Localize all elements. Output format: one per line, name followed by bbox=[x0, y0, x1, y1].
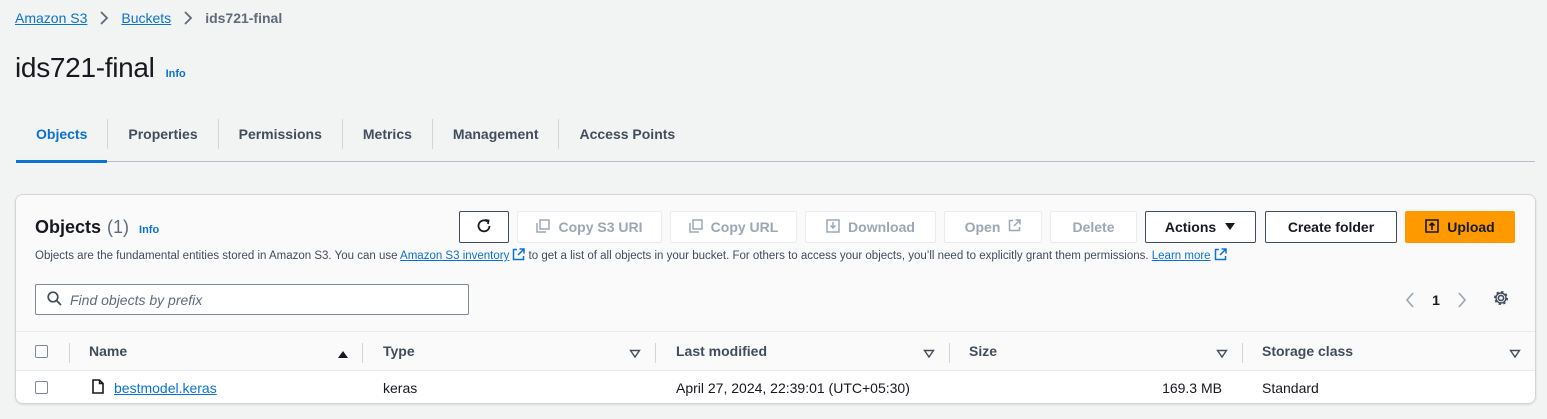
column-divider bbox=[69, 343, 70, 363]
description-text-mid: to get a list of all objects in your buc… bbox=[525, 250, 1152, 262]
objects-table: Name Type Last modified Size Storage cla… bbox=[16, 331, 1535, 403]
header-info-link[interactable]: Info bbox=[166, 68, 186, 80]
objects-header: Objects (1) Info Objects are the fundame… bbox=[16, 195, 1535, 331]
storage-class-cell: Standard bbox=[1262, 379, 1319, 396]
column-divider bbox=[655, 343, 656, 363]
sort-icon[interactable] bbox=[629, 346, 641, 362]
external-link-icon bbox=[512, 248, 526, 264]
copy-url-button[interactable]: Copy URL bbox=[670, 211, 797, 243]
create-folder-button[interactable]: Create folder bbox=[1265, 211, 1397, 243]
tab-objects[interactable]: Objects bbox=[16, 116, 108, 163]
description-text: Objects are the fundamental entities sto… bbox=[35, 250, 401, 262]
search-box bbox=[35, 284, 469, 315]
create-folder-label: Create folder bbox=[1287, 219, 1375, 235]
column-header-type[interactable]: Type bbox=[383, 332, 415, 370]
last-modified-cell: April 27, 2024, 22:39:01 (UTC+05:30) bbox=[676, 379, 910, 396]
external-link-icon bbox=[1008, 219, 1022, 235]
tab-access-points[interactable]: Access Points bbox=[559, 116, 695, 162]
inventory-link[interactable]: Amazon S3 inventory bbox=[400, 248, 526, 264]
delete-label: Delete bbox=[1072, 219, 1115, 235]
file-icon bbox=[92, 378, 104, 397]
upload-icon bbox=[1425, 218, 1440, 236]
actions-label: Actions bbox=[1164, 219, 1217, 235]
learn-more-label: Learn more bbox=[1151, 250, 1211, 262]
select-all-checkbox[interactable] bbox=[35, 344, 48, 358]
tab-management[interactable]: Management bbox=[433, 116, 559, 162]
row-select-cell bbox=[35, 371, 48, 403]
sort-ascending-icon[interactable] bbox=[337, 346, 349, 362]
caret-down-icon bbox=[1224, 219, 1236, 235]
breadcrumb: Amazon S3 Buckets ids721-final bbox=[15, 10, 282, 26]
column-header-name[interactable]: Name bbox=[89, 332, 127, 370]
upload-label: Upload bbox=[1447, 219, 1495, 235]
copy-icon bbox=[688, 218, 703, 236]
row-checkbox[interactable] bbox=[35, 381, 48, 394]
column-size-label: Size bbox=[969, 343, 998, 359]
tab-metrics[interactable]: Metrics bbox=[343, 116, 432, 162]
chevron-right-icon bbox=[99, 11, 109, 25]
column-divider bbox=[1242, 343, 1243, 363]
page-header: ids721-final Info bbox=[15, 52, 186, 84]
delete-button[interactable]: Delete bbox=[1050, 211, 1137, 243]
type-cell: keras bbox=[383, 379, 418, 396]
table-header-row: Name Type Last modified Size Storage cla… bbox=[16, 331, 1535, 371]
sort-icon[interactable] bbox=[1216, 346, 1228, 362]
column-divider bbox=[949, 343, 950, 363]
select-all-cell bbox=[35, 332, 48, 370]
breadcrumb-amazon-s3[interactable]: Amazon S3 bbox=[15, 10, 87, 26]
column-header-size[interactable]: Size bbox=[969, 332, 997, 370]
copy-s3-uri-label: Copy S3 URI bbox=[558, 219, 643, 235]
inventory-link-label: Amazon S3 inventory bbox=[400, 250, 510, 262]
column-divider bbox=[362, 343, 363, 363]
chevron-right-icon bbox=[183, 11, 193, 25]
objects-info-link[interactable]: Info bbox=[139, 224, 159, 236]
column-type-label: Type bbox=[383, 343, 415, 359]
column-last-modified-label: Last modified bbox=[676, 343, 768, 359]
breadcrumb-current: ids721-final bbox=[205, 10, 283, 26]
breadcrumb-buckets[interactable]: Buckets bbox=[121, 10, 171, 26]
objects-title: Objects (1) Info bbox=[35, 217, 159, 238]
name-cell: bestmodel.keras bbox=[92, 371, 217, 403]
sort-icon[interactable] bbox=[1509, 346, 1521, 362]
chevron-right-icon[interactable] bbox=[1448, 288, 1476, 312]
sort-icon[interactable] bbox=[923, 346, 935, 362]
tab-bar: Objects Properties Permissions Metrics M… bbox=[16, 116, 1535, 163]
page-title: ids721-final bbox=[15, 52, 155, 83]
open-button[interactable]: Open bbox=[944, 211, 1042, 243]
objects-container: Objects (1) Info Objects are the fundame… bbox=[15, 194, 1536, 404]
chevron-left-icon[interactable] bbox=[1396, 288, 1424, 312]
download-icon bbox=[826, 218, 840, 236]
actions-dropdown[interactable]: Actions bbox=[1145, 211, 1256, 243]
refresh-icon bbox=[476, 218, 492, 237]
objects-description: Objects are the fundamental entities sto… bbox=[35, 248, 1227, 264]
open-label: Open bbox=[964, 219, 1001, 235]
upload-button[interactable]: Upload bbox=[1405, 211, 1515, 243]
search-icon bbox=[36, 290, 62, 309]
copy-s3-uri-button[interactable]: Copy S3 URI bbox=[517, 211, 662, 243]
pagination: 1 bbox=[1396, 288, 1476, 312]
page-number[interactable]: 1 bbox=[1424, 292, 1448, 308]
download-button[interactable]: Download bbox=[805, 211, 936, 243]
column-name-label: Name bbox=[89, 343, 128, 359]
copy-icon bbox=[536, 218, 551, 236]
column-header-storage-class[interactable]: Storage class bbox=[1262, 332, 1353, 370]
objects-title-label: Objects bbox=[35, 217, 102, 237]
table-row[interactable]: bestmodel.keras keras April 27, 2024, 22… bbox=[16, 371, 1535, 403]
download-label: Download bbox=[848, 219, 915, 235]
gear-icon[interactable] bbox=[1492, 289, 1510, 310]
search-input[interactable] bbox=[70, 291, 450, 308]
tab-properties[interactable]: Properties bbox=[108, 116, 217, 162]
learn-more-link[interactable]: Learn more bbox=[1151, 248, 1227, 264]
column-header-last-modified[interactable]: Last modified bbox=[676, 332, 767, 370]
objects-count: (1) bbox=[107, 217, 130, 237]
tab-permissions[interactable]: Permissions bbox=[219, 116, 342, 162]
object-name-link[interactable]: bestmodel.keras bbox=[114, 380, 217, 396]
external-link-icon bbox=[1214, 248, 1227, 264]
copy-url-label: Copy URL bbox=[710, 219, 779, 235]
column-storage-class-label: Storage class bbox=[1262, 343, 1354, 359]
refresh-button[interactable] bbox=[459, 211, 509, 243]
size-cell: 169.3 MB bbox=[1162, 379, 1222, 396]
